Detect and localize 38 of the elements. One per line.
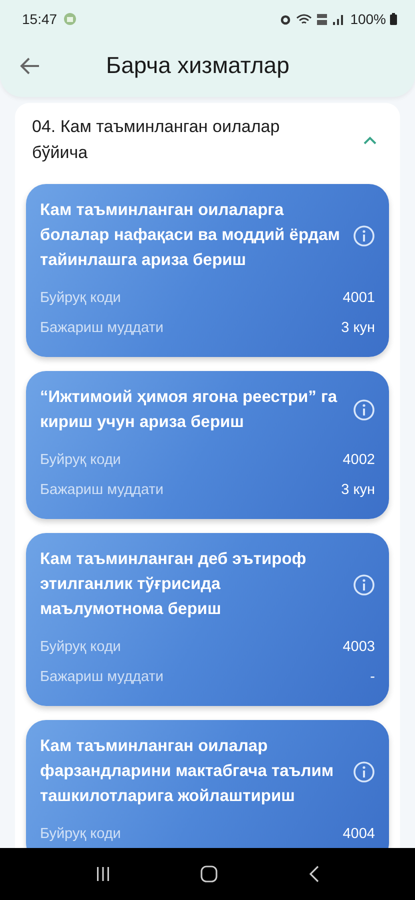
- status-time: 15:47: [22, 11, 58, 27]
- chevron-icon[interactable]: [363, 136, 377, 144]
- recent-apps-icon[interactable]: [94, 866, 111, 882]
- battery-percent: 100%: [350, 11, 386, 27]
- field-label: Буйруқ коди: [40, 639, 121, 655]
- field-value: 4002: [342, 452, 375, 468]
- field-value: 4003: [342, 639, 375, 655]
- app-notification-icon: [63, 12, 78, 26]
- service-title: Кам таъминланган деб эътироф этилганлик тўғрисида маълумотнома бериш: [40, 549, 308, 620]
- field-label: Буйруқ коди: [40, 826, 121, 842]
- info-icon[interactable]: [353, 224, 375, 246]
- field-label: Бажариш муддати: [40, 482, 164, 498]
- home-icon[interactable]: [200, 865, 218, 883]
- service-title: “Ижтимоий ҳимоя ягона реестри” га кириш учун ариза бериш: [40, 387, 338, 433]
- field-label: Буйруқ коди: [40, 290, 121, 306]
- service-title: Кам таъминланган оилаларга болалар нафақаси ва моддий ёрдам тайинлашга ариза бериш: [40, 200, 341, 271]
- wifi-icon: [296, 12, 312, 26]
- service-card[interactable]: “Ижтимоий ҳимоя ягона реестри” га кириш учун ариза бериш Буйруқ коди 4002 Бажариш муддати 3 кун: [26, 371, 389, 519]
- field-value: 4004: [342, 826, 375, 842]
- field-value: 3 кун: [341, 482, 375, 498]
- service-card[interactable]: Кам таъминланган деб эътироф этилганлик тўғрисида маълумотнома бериш Буйруқ коди 4003 Бажариш муддати -: [26, 533, 389, 706]
- field-label: Бажариш муддати: [40, 669, 164, 685]
- signal-icon: [332, 13, 344, 25]
- back-nav-icon[interactable]: [308, 865, 320, 883]
- info-icon[interactable]: [353, 760, 375, 782]
- service-card[interactable]: Кам таъминланган оилаларга болалар нафақаси ва моддий ёрдам тайинлашга ариза бериш Буйруқ коди 4001 Бажариш муддати 3 кун: [26, 184, 389, 357]
- service-card[interactable]: Кам таъминланган оилалар фарзандларини мактабгача таълим ташкилотларига жойлаштириш Буйруқ коди 4004: [26, 720, 389, 848]
- field-value: 3 кун: [341, 320, 375, 336]
- page-title: Барча хизматлар: [106, 52, 290, 79]
- field-value: -: [370, 669, 375, 685]
- field-label: Бажариш муддати: [40, 320, 164, 336]
- field-value: 4001: [342, 290, 375, 306]
- service-title: Кам таъминланган оилалар фарзандларини мактабгача таълим ташкилотларига жойлаштириш: [40, 736, 335, 807]
- info-icon[interactable]: [353, 399, 375, 421]
- section-title: 04. Кам таъминланган оилалар бўйича: [32, 116, 281, 164]
- field-label: Буйруқ коди: [40, 452, 121, 468]
- battery-icon: [390, 13, 397, 25]
- info-icon[interactable]: [353, 574, 375, 596]
